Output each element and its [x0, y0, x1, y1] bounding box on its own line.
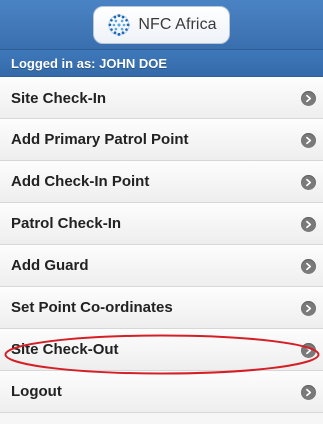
menu-item-label: Set Point Co-ordinates: [11, 299, 173, 316]
menu-item-logout[interactable]: Logout: [0, 371, 323, 413]
menu-item-site-check-out[interactable]: Site Check-Out: [0, 329, 323, 371]
nfc-globe-icon: [108, 14, 130, 36]
menu-item-add-guard[interactable]: Add Guard: [0, 245, 323, 287]
menu-item-site-check-in[interactable]: Site Check-In: [0, 77, 323, 119]
chevron-right-icon: [301, 216, 316, 232]
chevron-right-icon: [301, 174, 316, 190]
menu-item-label: Add Primary Patrol Point: [11, 131, 189, 148]
menu-item-label: Site Check-In: [11, 89, 107, 107]
menu-item-set-point-coordinates[interactable]: Set Point Co-ordinates: [0, 287, 323, 329]
menu-item-label: Patrol Check-In: [11, 215, 122, 232]
menu-item-label: Logout: [11, 383, 62, 400]
app-header: NFC Africa: [0, 0, 323, 50]
menu-item-add-check-in-point[interactable]: Add Check-In Point: [0, 161, 323, 203]
logo-text: NFC Africa: [138, 16, 217, 33]
chevron-right-icon: [301, 132, 316, 148]
logo: NFC Africa: [93, 6, 230, 44]
logged-in-status: Logged in as: JOHN DOE: [0, 50, 323, 77]
menu-item-label: Site Check-Out: [11, 341, 119, 358]
menu-item-patrol-check-in[interactable]: Patrol Check-In: [0, 203, 323, 245]
menu-item-add-primary-patrol-point[interactable]: Add Primary Patrol Point: [0, 119, 323, 161]
menu-item-label: Add Guard: [11, 257, 89, 274]
chevron-right-icon: [301, 300, 316, 316]
menu-item-label: Add Check-In Point: [11, 173, 150, 190]
app-root: NFC Africa Logged in as: JOHN DOE Site C…: [0, 0, 323, 424]
main-menu: Site Check-In Add Primary Patrol Point A…: [0, 77, 323, 413]
chevron-right-icon: [301, 384, 316, 400]
chevron-right-icon: [301, 258, 316, 274]
chevron-right-icon: [301, 342, 316, 358]
chevron-right-icon: [301, 91, 316, 106]
